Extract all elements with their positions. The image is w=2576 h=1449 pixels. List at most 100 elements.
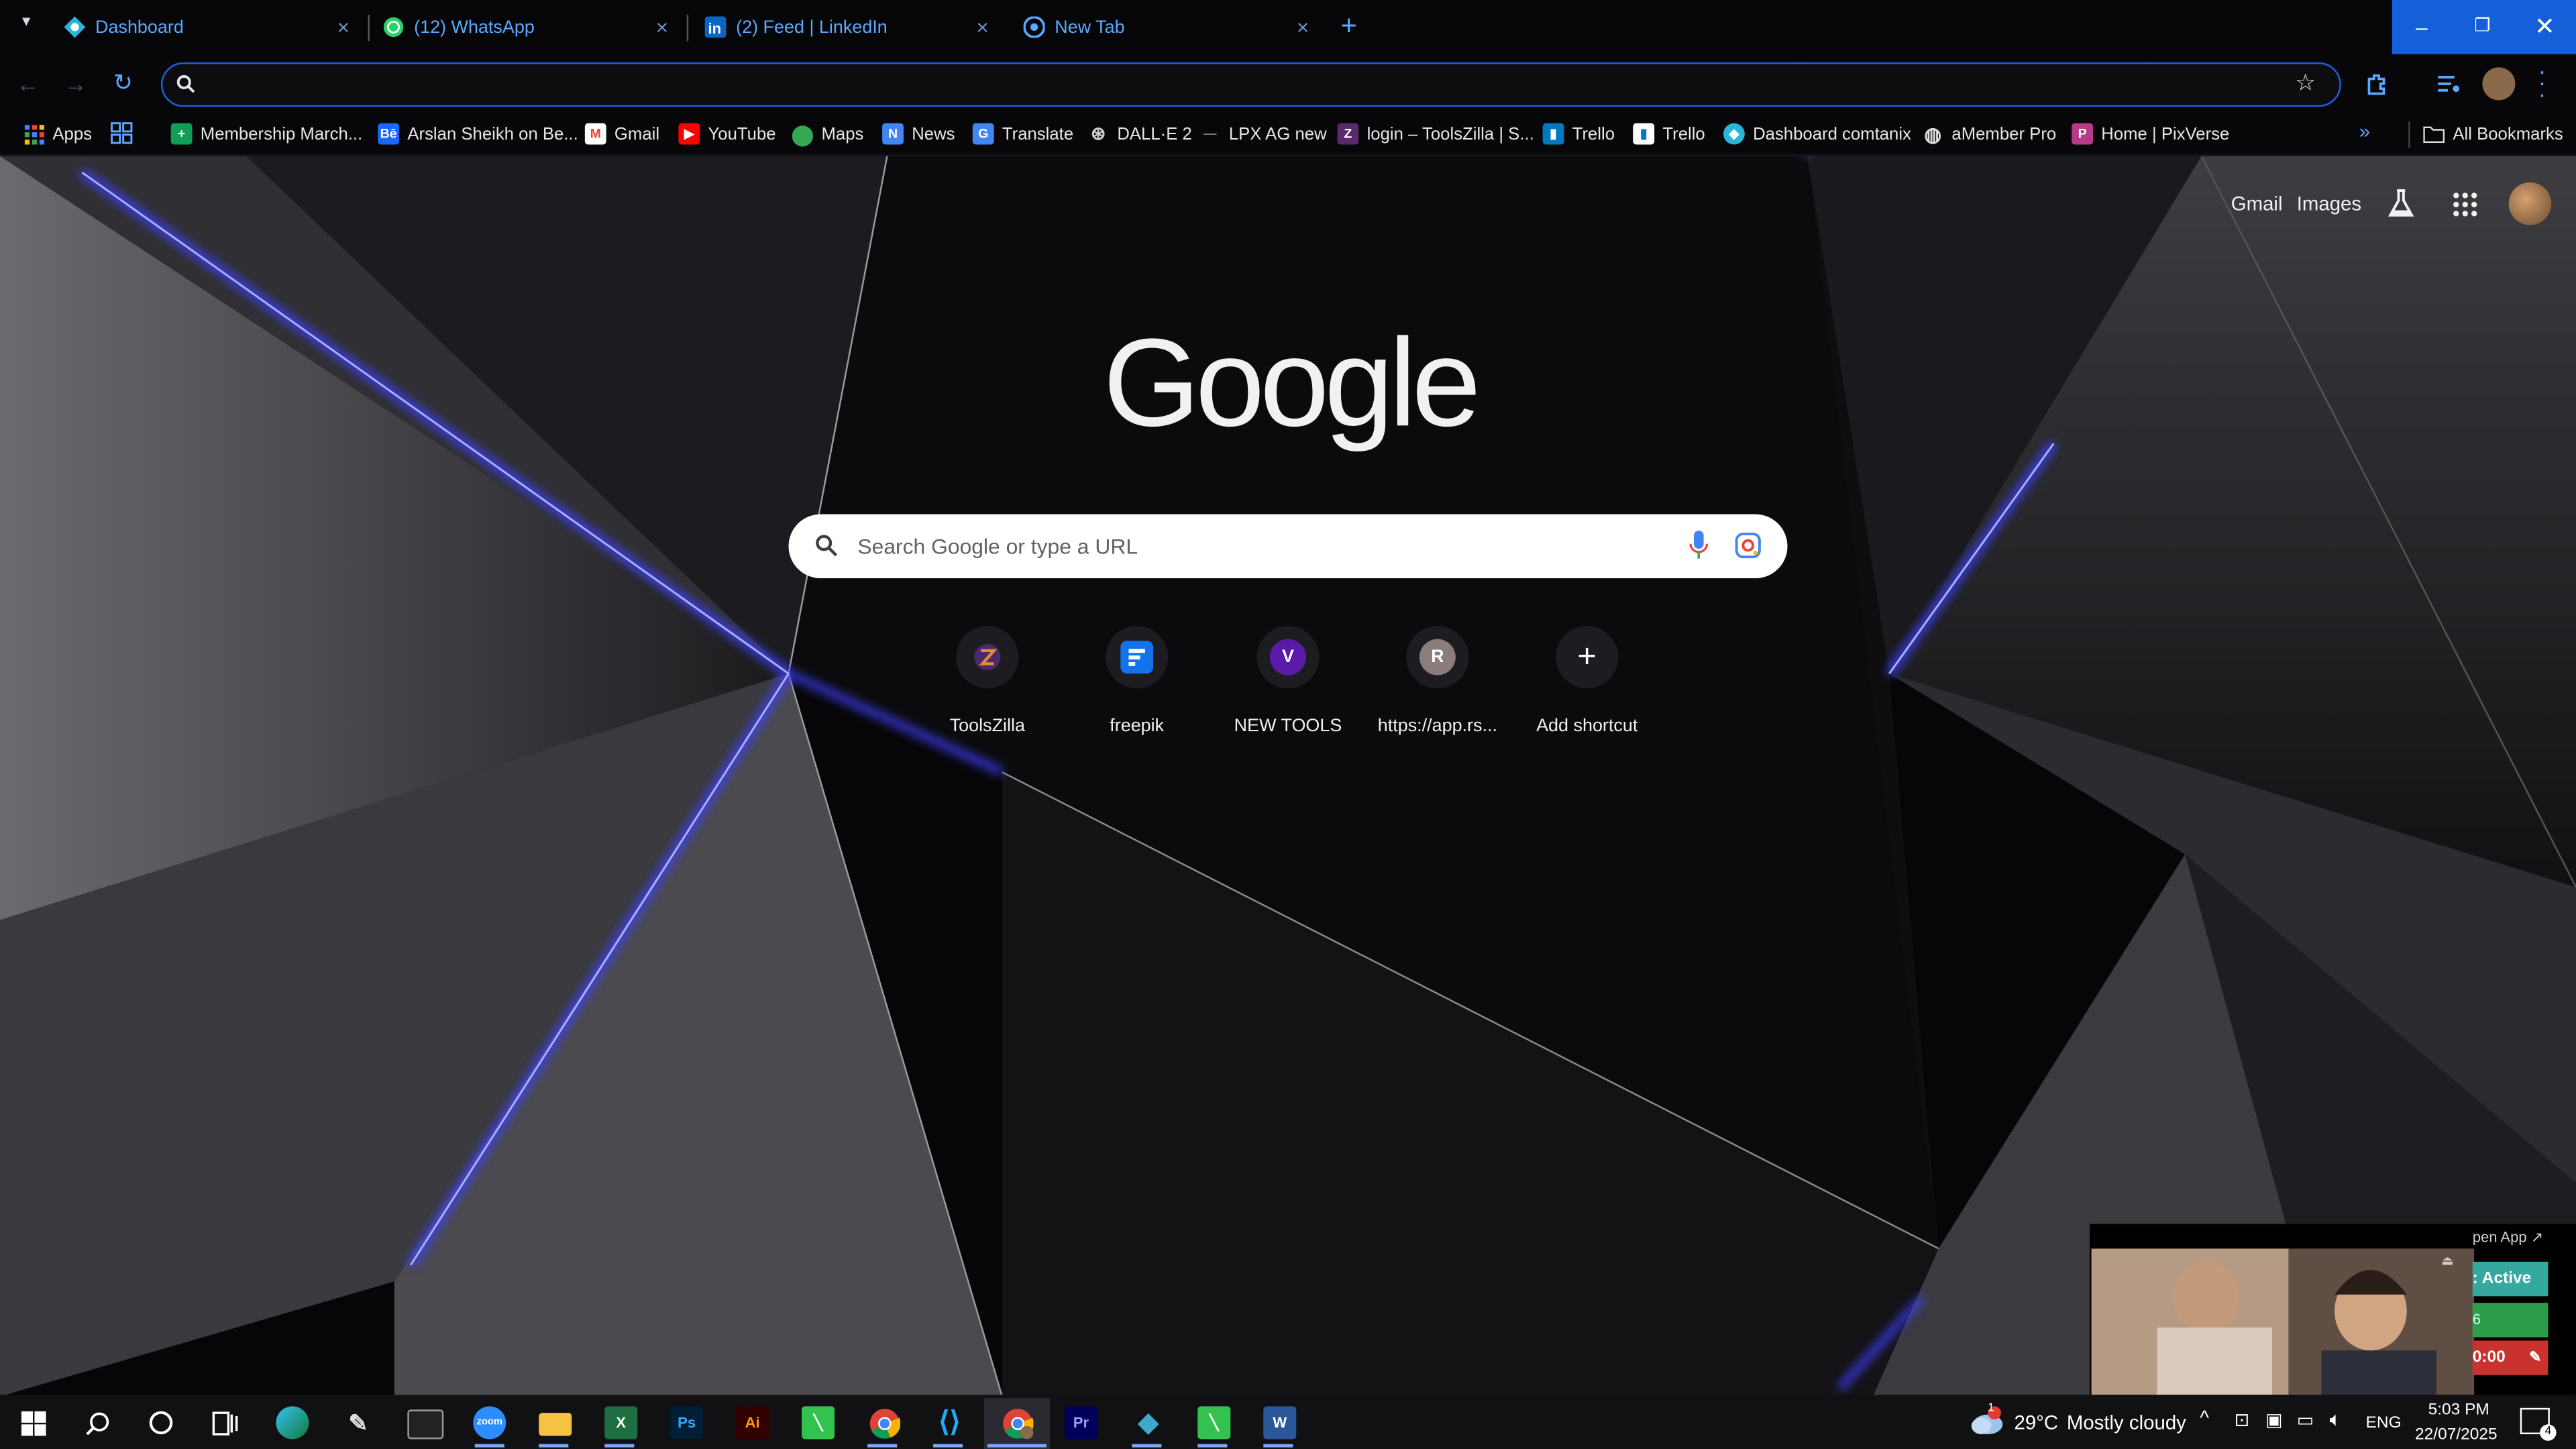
bookmark-apps[interactable]: Apps [23,120,92,148]
tab-divider [368,15,370,42]
microphone-icon[interactable] [1689,531,1709,560]
bookmark-item[interactable]: ◍ aMember Pro [1922,120,2056,148]
dash-icon: — [1203,126,1217,142]
shortcut-tile[interactable]: ToolsZilla [915,621,1060,736]
tab-close-icon[interactable]: × [971,15,994,39]
bookmark-item[interactable]: N News [882,120,955,148]
omnibox[interactable]: ☆ [161,62,2341,107]
bookmark-item[interactable]: Zlogin – ToolsZilla | S... [1337,120,1534,148]
back-button[interactable]: ← [16,70,39,97]
ntp-search-box[interactable]: Search Google or type a URL [788,514,1788,579]
tab-close-icon[interactable]: × [651,15,674,39]
bookmark-item[interactable]: ◆ Dashboard comtanix [1723,120,1911,148]
photoshop-icon[interactable]: Ps [670,1406,704,1440]
restore-button[interactable]: ❐ [2451,0,2514,54]
bookmark-item[interactable]: ⬤ Maps [792,120,864,148]
shortcut-tile[interactable]: R https://app.rs... [1365,621,1510,736]
network-icon[interactable]: ▭ [2297,1409,2314,1431]
tab-dashboard[interactable]: Dashboard × [62,0,355,54]
weather-temp[interactable]: 29°C [2014,1411,2058,1434]
clock-date[interactable]: 22/07/2025 [2415,1426,2514,1444]
weather-desc[interactable]: Mostly cloudy [2067,1411,2186,1434]
open-app-link[interactable]: pen App ↗ [2473,1229,2548,1247]
task-view-icon[interactable] [209,1406,241,1439]
tab-new-tab[interactable]: New Tab × [1022,0,1314,54]
weather-cloud-icon[interactable] [1968,1406,2004,1436]
bookmark-item[interactable]: + Membership March... [170,120,362,148]
zoom-icon[interactable]: zoom [473,1406,506,1440]
images-link[interactable]: Images [2297,193,2361,215]
extensions-puzzle-icon[interactable] [2364,70,2390,97]
forward-button[interactable]: → [64,70,87,97]
letter-v-icon: V [1256,626,1320,689]
bookmarks-overflow-chevron-icon[interactable]: » [2359,120,2370,143]
clock-time[interactable]: 5:03 PM [2428,1401,2527,1419]
bookmark-item[interactable]: — LPX AG new [1199,120,1327,148]
tray-meet-icon[interactable]: ⊡ [2235,1409,2250,1431]
volume-icon[interactable]: 🔈︎ [2330,1408,2342,1433]
edge-icon[interactable] [276,1406,309,1440]
screen: ▾ Dashboard × (12) WhatsApp × in (2) Fee… [0,0,2576,1449]
tab-strip: ▾ Dashboard × (12) WhatsApp × in (2) Fee… [0,0,2576,56]
bookmark-item[interactable]: G Translate [972,120,1073,148]
chrome-active-icon[interactable] [1000,1406,1033,1439]
tab-close-icon[interactable]: × [1291,15,1314,39]
menu-kebab-icon[interactable]: · · · [2538,59,2546,105]
reading-list-icon[interactable] [2434,70,2461,97]
new-tab-button[interactable]: + [1334,11,1364,41]
bookmark-item[interactable]: M Gmail [584,120,659,148]
add-shortcut-tile[interactable]: + Add shortcut [1515,621,1660,736]
bookmark-item[interactable]: ⊛ DALL·E 2 [1087,120,1192,148]
tab-whatsapp[interactable]: (12) WhatsApp × [381,0,674,54]
shortcut-tile[interactable]: V NEW TOOLS [1216,621,1360,736]
gmail-link[interactable]: Gmail [2231,193,2283,215]
profile-avatar[interactable] [2482,67,2516,101]
chrome-taskbar-icon[interactable] [867,1406,900,1439]
bookmark-item[interactable]: ▶ YouTube [678,120,776,148]
language-indicator[interactable]: ENG [2366,1415,2402,1433]
bookmark-item[interactable]: P Home | PixVerse [2072,120,2229,148]
premiere-icon[interactable]: Pr [1064,1406,1097,1440]
shortcut-tile[interactable]: freepik [1065,621,1210,736]
reload-button[interactable]: ↻ [113,69,133,97]
minimize-button[interactable]: – [2392,0,2451,54]
bookmark-item[interactable]: ▮ Trello [1633,120,1705,148]
folder-icon [2423,123,2445,145]
terminal-icon[interactable] [407,1409,444,1440]
windows-start-icon[interactable] [16,1406,49,1439]
chrome-icon [1022,15,1044,38]
tab-groups-icon[interactable] [110,121,133,144]
close-window-button[interactable]: ✕ [2513,0,2576,54]
running-indicator [1197,1444,1228,1448]
cortana-icon[interactable] [145,1406,178,1439]
vscode-icon[interactable]: ⟨⟩ [933,1406,966,1439]
pen-tool-icon[interactable]: ✎ [341,1406,374,1439]
pip-control-icon[interactable]: ⏏ [2441,1254,2454,1269]
bookmark-item[interactable]: Bē Arslan Sheikh on Be... [378,120,578,148]
running-indicator [1132,1444,1162,1448]
taskbar-search-icon[interactable] [80,1406,113,1439]
sheets-icon: + [170,123,193,145]
bookmark-item[interactable]: ▮ Trello [1542,120,1615,148]
file-explorer-icon[interactable] [539,1413,572,1436]
all-bookmarks-button[interactable]: All Bookmarks [2423,120,2563,148]
tab-linkedin[interactable]: in (2) Feed | LinkedIn × [703,0,994,54]
account-avatar[interactable] [2508,182,2552,225]
tab-title: (12) WhatsApp [414,17,535,38]
running-indicator [604,1444,635,1448]
labs-flask-icon[interactable] [2387,189,2415,219]
google-apps-grid-icon[interactable] [2453,193,2477,217]
green-app-icon[interactable]: ╲ [802,1406,835,1440]
illustrator-icon[interactable]: Ai [736,1406,769,1440]
tab-divider [686,15,689,42]
google-lens-icon[interactable] [1735,532,1761,559]
tray-record-icon[interactable]: ▣ [2265,1409,2282,1431]
bookmark-star-icon[interactable]: ☆ [2295,69,2316,97]
kite-icon[interactable]: ◆ [1132,1406,1165,1439]
word-icon[interactable]: W [1263,1406,1297,1440]
tray-chevron-up-icon[interactable]: ^ [2200,1406,2209,1429]
tab-close-icon[interactable]: × [332,15,355,39]
tab-search-icon[interactable]: ▾ [13,13,40,40]
green-app-2-icon[interactable]: ╲ [1197,1406,1231,1440]
excel-icon[interactable]: X [604,1406,638,1440]
